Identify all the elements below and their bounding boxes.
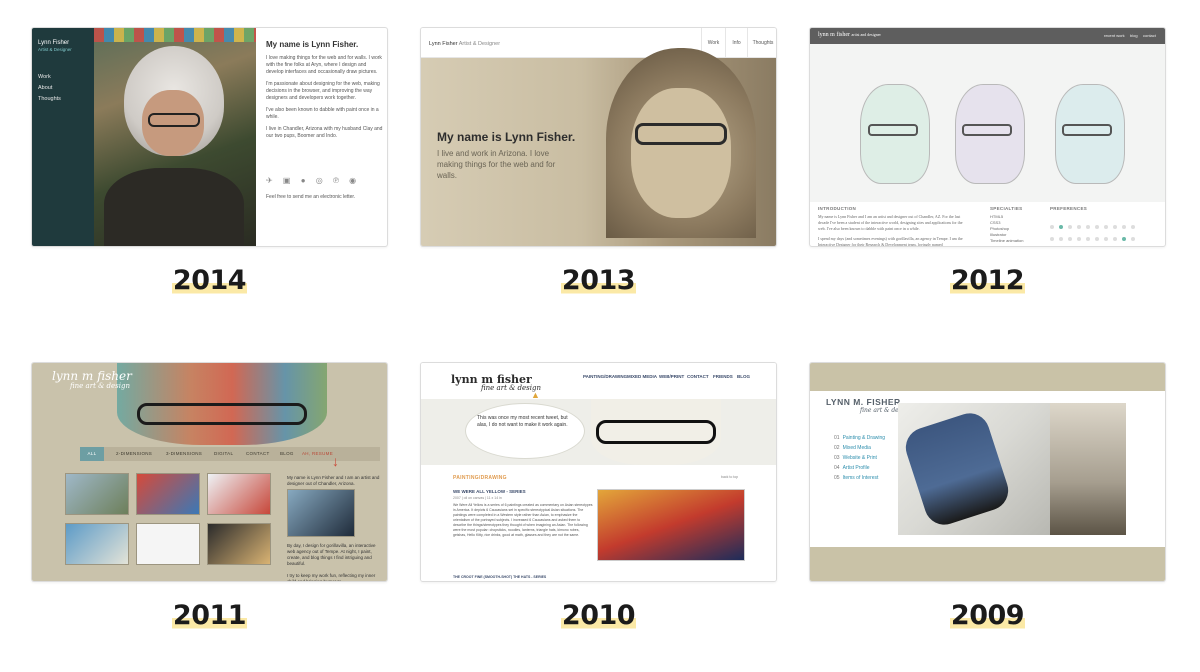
- specialties-label: SPECIALTIES: [990, 206, 1023, 211]
- nav-info[interactable]: Info: [725, 28, 747, 58]
- papel-picado-flags: [94, 28, 256, 42]
- screenshot-2014[interactable]: Lynn Fisher Artist & Designer Work About…: [31, 27, 388, 247]
- bird-icon: ▲: [531, 390, 540, 400]
- site-name[interactable]: Lynn Fisher: [38, 40, 69, 46]
- glasses: [148, 113, 200, 127]
- top-bar: lynn m fisher artist and designer recent…: [810, 28, 1165, 44]
- site-logo-sub: fine art & design: [70, 382, 131, 390]
- year-label-2010: 2010: [560, 600, 637, 631]
- nav-web-print[interactable]: WEB/PRINT: [659, 374, 684, 379]
- year-label-2012: 2012: [949, 265, 1026, 296]
- screenshot-2012[interactable]: lynn m fisher artist and designer recent…: [809, 27, 1166, 247]
- nav-blog[interactable]: blog: [1130, 33, 1138, 38]
- nav-blog[interactable]: BLOG: [280, 447, 294, 461]
- side-text-3: I try to keep my work fun, reflecting my…: [287, 573, 376, 581]
- nav-work[interactable]: Work: [38, 74, 51, 80]
- post-title[interactable]: WE WERE ALL YELLOW - SERIES: [453, 489, 526, 494]
- menu-item-1[interactable]: 01 Painting & Drawing: [834, 435, 885, 441]
- year-label-2013: 2013: [560, 265, 637, 296]
- nav-painting-drawing[interactable]: PAINTING/DRAWING: [583, 374, 627, 379]
- profile-photo: [287, 489, 355, 537]
- back-to-top-link[interactable]: back to top: [721, 475, 738, 479]
- next-post-title[interactable]: THE CROOT FINE (SMOOTH-SHOT) THE HATS - …: [453, 575, 546, 579]
- nav-2d[interactable]: 2-DIMENSIONS: [116, 447, 152, 461]
- intro-heading: My name is Lynn Fisher.: [266, 40, 359, 49]
- intro-paragraph-4: I live in Chandler, Arizona with my husb…: [266, 126, 383, 139]
- preferences-label: PREFERENCES: [1050, 206, 1088, 211]
- post-body: We Were All Yellow is a series of 6 pain…: [453, 503, 593, 537]
- thumbnail-2[interactable]: [136, 473, 200, 515]
- intro-text-2: I spend my days (and sometimes evenings)…: [818, 236, 963, 247]
- nav-contact[interactable]: CONTACT: [687, 374, 709, 379]
- year-label-2011: 2011: [171, 600, 248, 631]
- email-link[interactable]: Feel free to send me an electronic lette…: [266, 194, 355, 200]
- menu-item-3[interactable]: 03 Website & Print: [834, 455, 877, 461]
- painting-image[interactable]: [597, 489, 745, 561]
- menu-item-2[interactable]: 02 Mixed Media: [834, 445, 871, 451]
- brand[interactable]: lynn m fisher artist and designer: [818, 32, 881, 38]
- nav-3d[interactable]: 3-DIMENSIONS: [166, 447, 202, 461]
- hero-lead: I live and work in Arizona. I love makin…: [437, 149, 556, 180]
- intro-label: INTRODUCTION: [818, 206, 857, 211]
- side-text-1: My name is Lynn Fisher and I am an artis…: [287, 475, 380, 486]
- menu-item-5[interactable]: 05 Items of Interest: [834, 475, 878, 481]
- glasses: [137, 403, 307, 425]
- coat: [104, 168, 244, 246]
- glasses: [596, 420, 716, 444]
- intro-paragraph-2: I'm passionate about designing for the w…: [266, 81, 380, 101]
- down-arrow-icon: ↓: [332, 453, 339, 469]
- intro-paragraph-1: I love making things for the web and for…: [266, 55, 382, 75]
- nav-recent-work[interactable]: recent work: [1104, 33, 1125, 38]
- section-title: PAINTING/DRAWING: [453, 475, 507, 481]
- hero-heading: My name is Lynn Fisher.: [437, 130, 576, 144]
- nav-digital[interactable]: DIGITAL: [214, 447, 233, 461]
- nav-contact[interactable]: contact: [1143, 33, 1156, 38]
- nav-thoughts[interactable]: Thoughts: [747, 28, 776, 58]
- social-icons[interactable]: ✈ ▣ ● ◎ ℗ ◉: [266, 176, 360, 185]
- intro-text: My name is Lynn Fisher. I love making th…: [266, 40, 384, 145]
- site-logo[interactable]: lynn m fisher: [52, 369, 132, 383]
- nav-contact[interactable]: CONTACT: [246, 447, 270, 461]
- site-role: Artist & Designer: [38, 47, 72, 52]
- specialty-5: Timeline animation: [990, 238, 1024, 243]
- screenshot-2011[interactable]: lynn m fisher fine art & design ALL 2-DI…: [31, 362, 388, 582]
- nav-blog[interactable]: BLOG: [737, 374, 750, 379]
- menu-item-4[interactable]: 04 Artist Profile: [834, 465, 870, 471]
- screenshot-2009[interactable]: LYNN M. FISHER fine art & design 01 Paint…: [809, 362, 1166, 582]
- thumbnail-1[interactable]: [65, 473, 129, 515]
- sketch-glasses-2: [962, 124, 1012, 136]
- sketch-glasses-3: [1062, 124, 1112, 136]
- thumbnail-6[interactable]: [207, 523, 271, 565]
- tweet-text: This was once my most recent tweet, but …: [477, 415, 568, 428]
- nav-resume[interactable]: AH, RESUME: [302, 447, 333, 461]
- year-label-2014: 2014: [171, 265, 248, 296]
- site-logo[interactable]: LYNN M. FISHER: [826, 397, 901, 407]
- preference-dots-3: [1050, 240, 1140, 246]
- thumbnail-4[interactable]: [65, 523, 129, 565]
- nav-friends[interactable]: FRIENDS: [713, 374, 733, 379]
- thumbnail-3[interactable]: [207, 473, 271, 515]
- screenshot-2013[interactable]: Lynn Fisher Artist & Designer Work Info …: [420, 27, 777, 247]
- side-text-2: By day, I design for gorillavilla, an in…: [287, 543, 376, 566]
- nav-mixed-media[interactable]: MIXED MEDIA: [627, 374, 657, 379]
- portrait-photo: [94, 28, 256, 246]
- year-label-2009: 2009: [949, 600, 1026, 631]
- post-meta: 2007 | oil on canvas | 11 x 14 in: [453, 496, 502, 500]
- screenshot-2010[interactable]: lynn m fisher fine art & design PAINTING…: [420, 362, 777, 582]
- brand[interactable]: Lynn Fisher Artist & Designer: [429, 41, 500, 47]
- sketch-glasses-1: [868, 124, 918, 136]
- glasses: [635, 123, 727, 145]
- intro-paragraph-3: I've also been known to dabble with pain…: [266, 107, 379, 120]
- nav-all[interactable]: ALL: [80, 447, 104, 461]
- intro-text-1: My name is Lynn Fisher and I am an artis…: [818, 214, 963, 231]
- sketch-portraits: [810, 44, 1165, 202]
- speech-bubble: [465, 403, 585, 459]
- top-bar: Lynn Fisher Artist & Designer Work Info …: [421, 28, 776, 58]
- nav-thoughts[interactable]: Thoughts: [38, 96, 61, 102]
- face: [631, 88, 731, 218]
- thumbnail-5[interactable]: [136, 523, 200, 565]
- nav-about[interactable]: About: [38, 85, 52, 91]
- sidebar: Lynn Fisher Artist & Designer Work About…: [32, 28, 94, 246]
- museum-photo: [1050, 403, 1126, 535]
